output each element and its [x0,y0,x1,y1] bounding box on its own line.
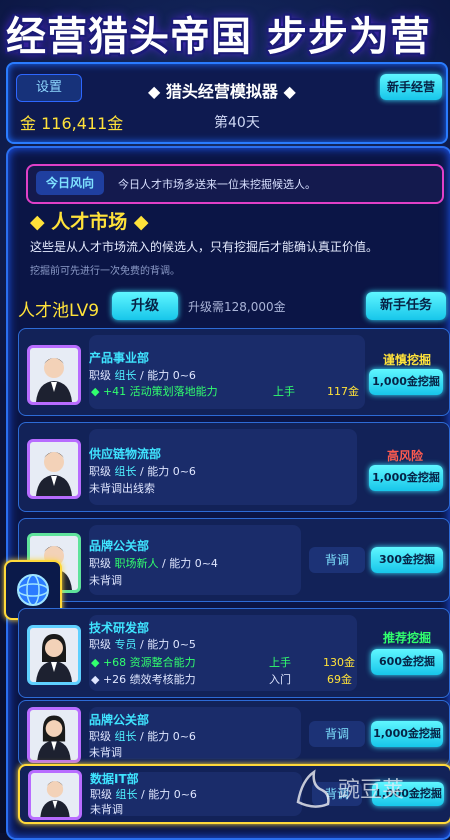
diamond-left-icon: ◆ [148,82,166,101]
trend-tag: 今日风向 [36,171,104,195]
department-name: 品牌公关部 [89,713,150,727]
candidate-card[interactable]: 产品事业部 职级 组长 / 能力 0~6 ◆ +41 活动策划落地能力 上手 1… [18,328,450,416]
day-counter: 第40天 [214,115,260,131]
recruit-button[interactable]: 1,000金挖掘 [369,465,443,491]
recruit-button[interactable]: 1,000金挖掘 [372,782,444,806]
candidate-card[interactable]: 技术研发部 职级 专员 / 能力 0~5 ◆ +68 资源整合能力 上手 130… [18,608,450,698]
skill-tag: 入门 [269,673,291,686]
candidate-card[interactable]: 品牌公关部 职级 职场新人 / 能力 0~4 未背调 背调 300金挖掘 [18,518,450,602]
skill-value: 117金 [327,385,359,398]
trend-text: 今日人才市场多送来一位未挖掘候选人。 [118,178,316,191]
department-name: 数据IT部 [90,772,139,786]
background-check-result: 未背调 [89,574,122,587]
background-check-button[interactable]: 背调 [309,721,365,747]
department-name: 技术研发部 [89,621,150,635]
rank-line: 职级 组长 / 能力 0~6 [89,465,196,478]
recommend-status: 谨慎挖掘 [383,353,432,367]
risk-status: 高风险 [387,449,424,463]
diamond-right-icon: ◆ [277,82,296,101]
candidate-card[interactable]: 供应链物流部 职级 组长 / 能力 0~6 未背调出线索 高风险 1,000金挖… [18,422,450,512]
background-check-label: 背调 [324,727,349,741]
recommend-status: 推荐挖掘 [383,631,432,645]
recruit-label: 300金挖掘 [379,553,435,566]
settings-button[interactable]: 设置 [16,74,82,102]
recruit-label: 1,000金挖掘 [374,787,442,800]
recruit-label: 600金挖掘 [379,655,435,668]
newbie-guide-button[interactable]: 新手经营 [380,74,442,100]
candidate-avatar [28,770,82,820]
candidate-avatar [27,345,81,405]
background-check-label: 背调 [324,787,349,801]
recruit-label: 1,000金挖掘 [372,375,440,388]
upgrade-button[interactable]: 升级 [112,292,178,320]
department-name: 品牌公关部 [89,539,150,553]
game-title: ◆ 猎头经营模拟器 ◆ [148,82,296,101]
background-check-button[interactable]: 背调 [309,547,365,573]
department-name: 产品事业部 [89,351,150,365]
market-title: ◆ 人才市场 ◆ [30,211,149,233]
skill-line: ◆ +26 绩效考核能力 [91,673,196,686]
rank-line: 职级 组长 / 能力 0~6 [89,369,196,382]
candidate-avatar [27,707,81,763]
rank-line: 职级 组长 / 能力 0~6 [89,730,196,743]
candidate-card-selected[interactable]: 数据IT部 职级 组长 / 能力 0~6 未背调 背调 1,000金挖掘 [18,764,450,824]
gold-balance: 金 116,411金 [20,114,124,133]
banner-title: 经营猎头帝国 步步为营 [6,14,431,60]
department-name: 供应链物流部 [89,447,162,461]
skill-line: ◆ +68 资源整合能力 [91,656,196,669]
skill-value: 130金 [323,656,355,669]
diamond-icon: ◆ [91,385,103,398]
newbie-task-label: 新手任务 [379,298,432,313]
background-check-label: 背调 [324,553,349,567]
top-bar: 设置 ◆ 猎头经营模拟器 ◆ 新手经营 金 116,411金 第40天 [6,62,448,144]
pool-level: 人才池LV9 [18,301,100,321]
recruit-label: 1,000金挖掘 [372,471,440,484]
background-check-button[interactable]: 背调 [312,782,362,806]
recruit-button[interactable]: 600金挖掘 [371,649,443,675]
skill-line: ◆ +41 活动策划落地能力 [91,385,218,398]
recruit-button[interactable]: 1,000金挖掘 [371,721,443,747]
market-desc: 这些是从人才市场流入的候选人，只有挖掘后才能确认真正价值。 [30,240,379,254]
skill-value: 69金 [327,673,352,686]
skill-tag: 上手 [269,656,291,669]
background-check-result: 未背调 [90,803,123,816]
diamond-icon: ◆ [127,211,149,233]
diamond-icon: ◆ [91,656,103,669]
rank-line: 职级 组长 / 能力 0~6 [90,788,197,801]
market-note: 挖掘前可先进行一次免费的背调。 [30,266,180,277]
candidate-avatar [27,625,81,685]
newbie-task-button[interactable]: 新手任务 [366,292,446,320]
diamond-icon: ◆ [91,673,103,686]
upgrade-label: 升级 [131,298,159,314]
newbie-guide-label: 新手经营 [386,80,435,94]
trend-bar: 今日风向 今日人才市场多送来一位未挖掘候选人。 [26,164,444,204]
skill-tag: 上手 [273,385,295,398]
recruit-label: 1,000金挖掘 [373,727,441,740]
rank-line: 职级 专员 / 能力 0~5 [89,638,196,651]
promo-banner: 经营猎头帝国 步步为营 [0,0,450,60]
recruit-button[interactable]: 300金挖掘 [371,547,443,573]
candidate-avatar [27,439,81,499]
rank-line: 职级 职场新人 / 能力 0~4 [89,557,218,570]
background-check-result: 未背调 [89,746,122,759]
candidate-card[interactable]: 品牌公关部 职级 组长 / 能力 0~6 未背调 背调 1,000金挖掘 [18,700,450,766]
background-check-result: 未背调出线索 [89,482,155,495]
recruit-button[interactable]: 1,000金挖掘 [369,369,443,395]
upgrade-cost: 升级需128,000金 [188,300,286,314]
settings-label: 设置 [35,80,62,95]
diamond-icon: ◆ [30,211,52,233]
